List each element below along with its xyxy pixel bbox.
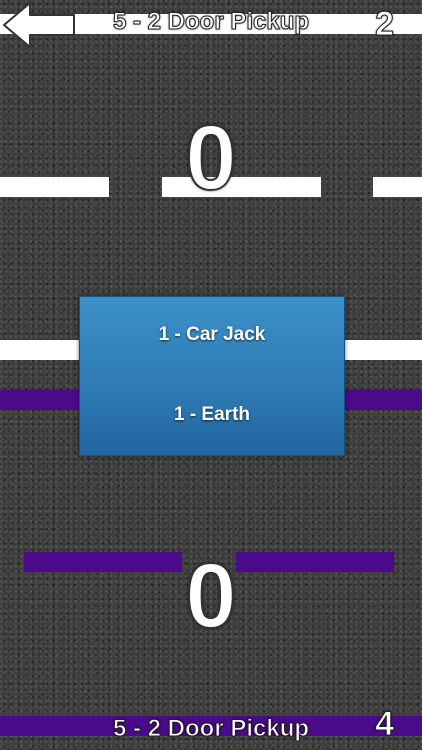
lane-dash — [373, 177, 422, 197]
bottom-title: 5 - 2 Door Pickup — [112, 715, 310, 743]
back-button[interactable] — [2, 1, 76, 49]
lane-dash — [0, 177, 109, 197]
top-score: 0 — [184, 107, 237, 209]
bottom-score: 0 — [184, 545, 237, 647]
top-count: 2 — [375, 5, 395, 44]
left-arrow-icon — [3, 2, 75, 48]
item-card[interactable]: 1 - Car Jack 1 - Earth — [79, 296, 345, 456]
top-title: 5 - 2 Door Pickup — [112, 8, 310, 36]
card-item-car-jack: 1 - Car Jack — [158, 324, 266, 345]
bottom-count: 4 — [375, 705, 395, 744]
card-item-earth: 1 - Earth — [173, 404, 251, 425]
